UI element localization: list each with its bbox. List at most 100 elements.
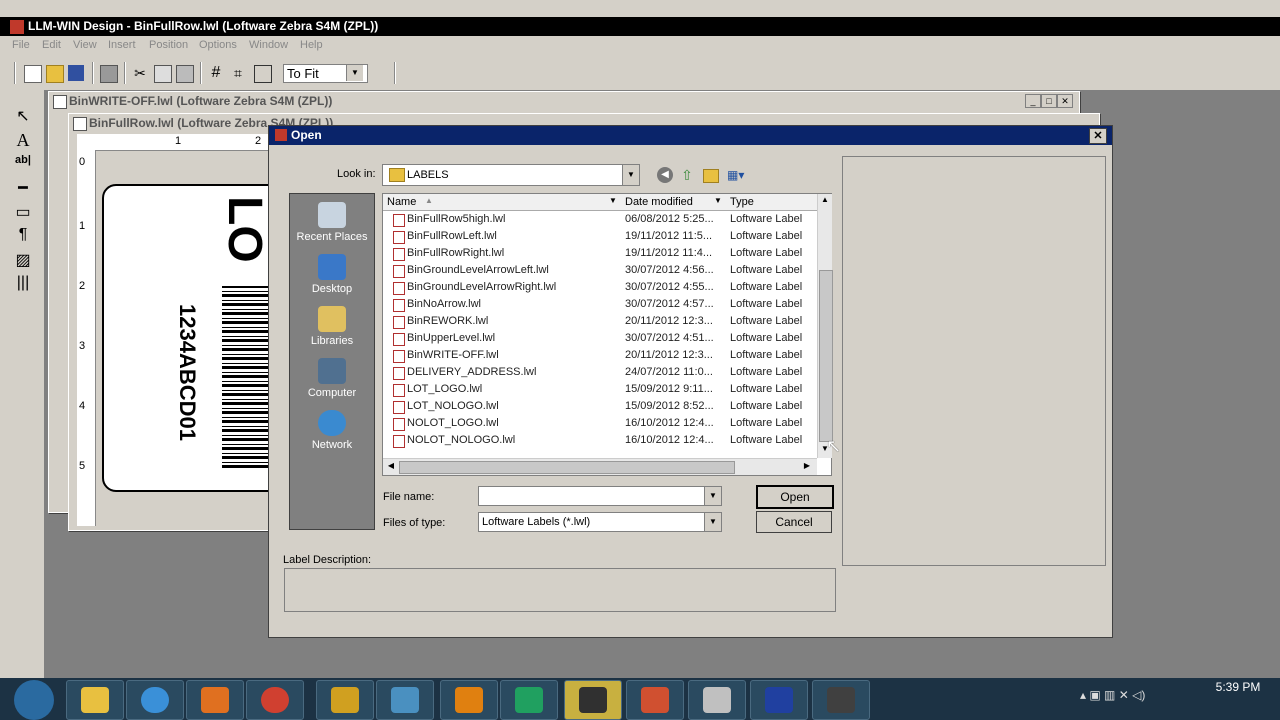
label-description-field[interactable] xyxy=(284,568,836,612)
barcode-tool-icon[interactable]: ||| xyxy=(12,274,34,294)
taskbar-chrome[interactable] xyxy=(246,680,304,720)
place-network[interactable]: Network xyxy=(290,410,374,451)
list-item[interactable]: BinUpperLevel.lwl 30/07/2012 4:51... Loftw… xyxy=(383,330,818,347)
start-button[interactable] xyxy=(14,680,54,720)
list-item[interactable]: DELIVERY_ADDRESS.lwl 24/07/2012 11:0... Lo… xyxy=(383,364,818,381)
taskbar-explorer[interactable] xyxy=(66,680,124,720)
barcode[interactable] xyxy=(222,286,268,468)
place-libraries[interactable]: Libraries xyxy=(290,306,374,347)
chevron-down-icon[interactable]: ▼ xyxy=(346,65,363,81)
list-item[interactable]: BinGroundLevelArrowRight.lwl 30/07/2012 4… xyxy=(383,279,818,296)
field-tool-icon[interactable]: ab| xyxy=(12,154,34,174)
snap-icon[interactable]: ⌗ xyxy=(230,65,246,81)
clock[interactable]: 5:39 PM xyxy=(1208,680,1268,694)
ruler-icon[interactable] xyxy=(254,65,272,83)
file-list[interactable]: Name ▲ ▼ Date modified ▼ Type BinFullRow… xyxy=(382,193,833,476)
menu-edit[interactable]: Edit xyxy=(42,39,61,51)
scroll-thumb[interactable] xyxy=(399,461,735,474)
menu-position[interactable]: Position xyxy=(149,39,188,51)
horizontal-scrollbar[interactable]: ◀ ▶ xyxy=(383,458,817,475)
cut-icon[interactable]: ✂ xyxy=(132,65,148,81)
view-menu-icon[interactable]: ▦▾ xyxy=(727,167,751,183)
files-of-type-label: Files of type: xyxy=(383,517,446,529)
scroll-thumb[interactable] xyxy=(819,270,833,442)
place-desktop[interactable]: Desktop xyxy=(290,254,374,295)
print-icon[interactable] xyxy=(100,65,118,83)
label-vertical-text[interactable]: 1234ABCD01 xyxy=(174,304,200,441)
taskbar-loftware[interactable] xyxy=(564,680,622,720)
file-name-input[interactable]: ▼ xyxy=(478,486,722,506)
taskbar-app3[interactable] xyxy=(812,680,870,720)
list-item[interactable]: BinREWORK.lwl 20/11/2012 12:3... Loftware … xyxy=(383,313,818,330)
taskbar-app2[interactable] xyxy=(750,680,808,720)
desktop-icon xyxy=(318,254,346,280)
open-folder-icon[interactable] xyxy=(46,65,64,83)
taskbar-outlook[interactable] xyxy=(440,680,498,720)
minimize-icon[interactable]: _ xyxy=(1025,94,1041,108)
files-of-type-select[interactable]: Loftware Labels (*.lwl) ▼ xyxy=(478,512,722,532)
maximize-icon[interactable]: □ xyxy=(1041,94,1057,108)
save-icon[interactable] xyxy=(68,65,84,81)
scroll-left-icon[interactable]: ◀ xyxy=(385,461,397,473)
list-item[interactable]: BinFullRowRight.lwl 19/11/2012 11:4... Lof… xyxy=(383,245,818,262)
place-computer[interactable]: Computer xyxy=(290,358,374,399)
close-icon[interactable]: ✕ xyxy=(1057,94,1073,108)
list-item[interactable]: BinFullRow5high.lwl 06/08/2012 5:25... Lof… xyxy=(383,211,818,228)
taskbar-media[interactable] xyxy=(186,680,244,720)
box-tool-icon[interactable]: ▭ xyxy=(12,202,34,222)
label-canvas[interactable]: LO 1234ABCD01 xyxy=(102,184,286,492)
menu-options[interactable]: Options xyxy=(199,39,237,51)
look-in-select[interactable]: LABELS ▼ xyxy=(382,164,640,186)
taskbar-app[interactable] xyxy=(316,680,374,720)
paragraph-tool-icon[interactable]: ¶ xyxy=(12,226,34,246)
text-tool-icon[interactable]: A xyxy=(12,130,34,150)
taskbar-ie[interactable] xyxy=(126,680,184,720)
taskbar-publisher[interactable] xyxy=(500,680,558,720)
menu-view[interactable]: View xyxy=(73,39,97,51)
new-folder-icon[interactable] xyxy=(703,169,719,183)
image-tool-icon[interactable]: ▨ xyxy=(12,250,34,270)
up-folder-icon[interactable]: ⇧ xyxy=(679,167,695,183)
list-item[interactable]: LOT_LOGO.lwl 15/09/2012 9:11... Loftware L… xyxy=(383,381,818,398)
chevron-down-icon[interactable]: ▼ xyxy=(714,196,722,205)
line-tool-icon[interactable]: ━ xyxy=(12,178,34,198)
chevron-down-icon[interactable]: ▼ xyxy=(704,487,721,505)
close-icon[interactable]: ✕ xyxy=(1089,128,1107,144)
place-recent[interactable]: Recent Places xyxy=(290,202,374,243)
new-file-icon[interactable] xyxy=(24,65,42,83)
chevron-down-icon[interactable]: ▼ xyxy=(704,513,721,531)
back-icon[interactable]: ◀ xyxy=(657,167,673,183)
label-big-text[interactable]: LO xyxy=(217,196,272,263)
column-type[interactable]: Type xyxy=(730,196,754,208)
open-button[interactable]: Open xyxy=(756,485,834,509)
sort-ascending-icon: ▲ xyxy=(425,196,433,205)
list-item[interactable]: NOLOT_NOLOGO.lwl 16/10/2012 12:4... Loftwa… xyxy=(383,432,818,449)
vertical-scrollbar[interactable]: ▲ ▼ xyxy=(817,194,833,458)
menu-window[interactable]: Window xyxy=(249,39,288,51)
menu-insert[interactable]: Insert xyxy=(108,39,136,51)
grid-icon[interactable]: # xyxy=(208,65,224,81)
copy-icon[interactable] xyxy=(154,65,172,83)
taskbar-powerpoint[interactable] xyxy=(626,680,684,720)
cancel-button[interactable]: Cancel xyxy=(756,511,832,533)
list-item[interactable]: BinWRITE-OFF.lwl 20/11/2012 12:3... Loftwa… xyxy=(383,347,818,364)
paste-icon[interactable] xyxy=(176,65,194,83)
list-item[interactable]: BinFullRowLeft.lwl 19/11/2012 11:5... Loft… xyxy=(383,228,818,245)
taskbar-notepad[interactable] xyxy=(688,680,746,720)
pointer-tool-icon[interactable]: ↖ xyxy=(12,106,34,126)
list-item[interactable]: BinNoArrow.lwl 30/07/2012 4:57... Loftware… xyxy=(383,296,818,313)
column-name[interactable]: Name xyxy=(387,196,416,208)
list-item[interactable]: LOT_NOLOGO.lwl 15/09/2012 8:52... Loftware… xyxy=(383,398,818,415)
column-date-modified[interactable]: Date modified xyxy=(625,196,693,208)
list-item[interactable]: NOLOT_LOGO.lwl 16/10/2012 12:4... Loftware… xyxy=(383,415,818,432)
list-item[interactable]: BinGroundLevelArrowLeft.lwl 30/07/2012 4:… xyxy=(383,262,818,279)
label-preview-pane xyxy=(842,156,1106,566)
chevron-down-icon[interactable]: ▼ xyxy=(609,196,617,205)
menu-file[interactable]: File xyxy=(12,39,30,51)
taskbar-contacts[interactable] xyxy=(376,680,434,720)
scroll-up-icon[interactable]: ▲ xyxy=(819,195,831,207)
chevron-down-icon[interactable]: ▼ xyxy=(622,165,639,185)
scroll-right-icon[interactable]: ▶ xyxy=(801,461,813,473)
system-tray[interactable]: ▴ ▣ ▥ ✕ ◁) xyxy=(1080,688,1190,708)
menu-help[interactable]: Help xyxy=(300,39,323,51)
